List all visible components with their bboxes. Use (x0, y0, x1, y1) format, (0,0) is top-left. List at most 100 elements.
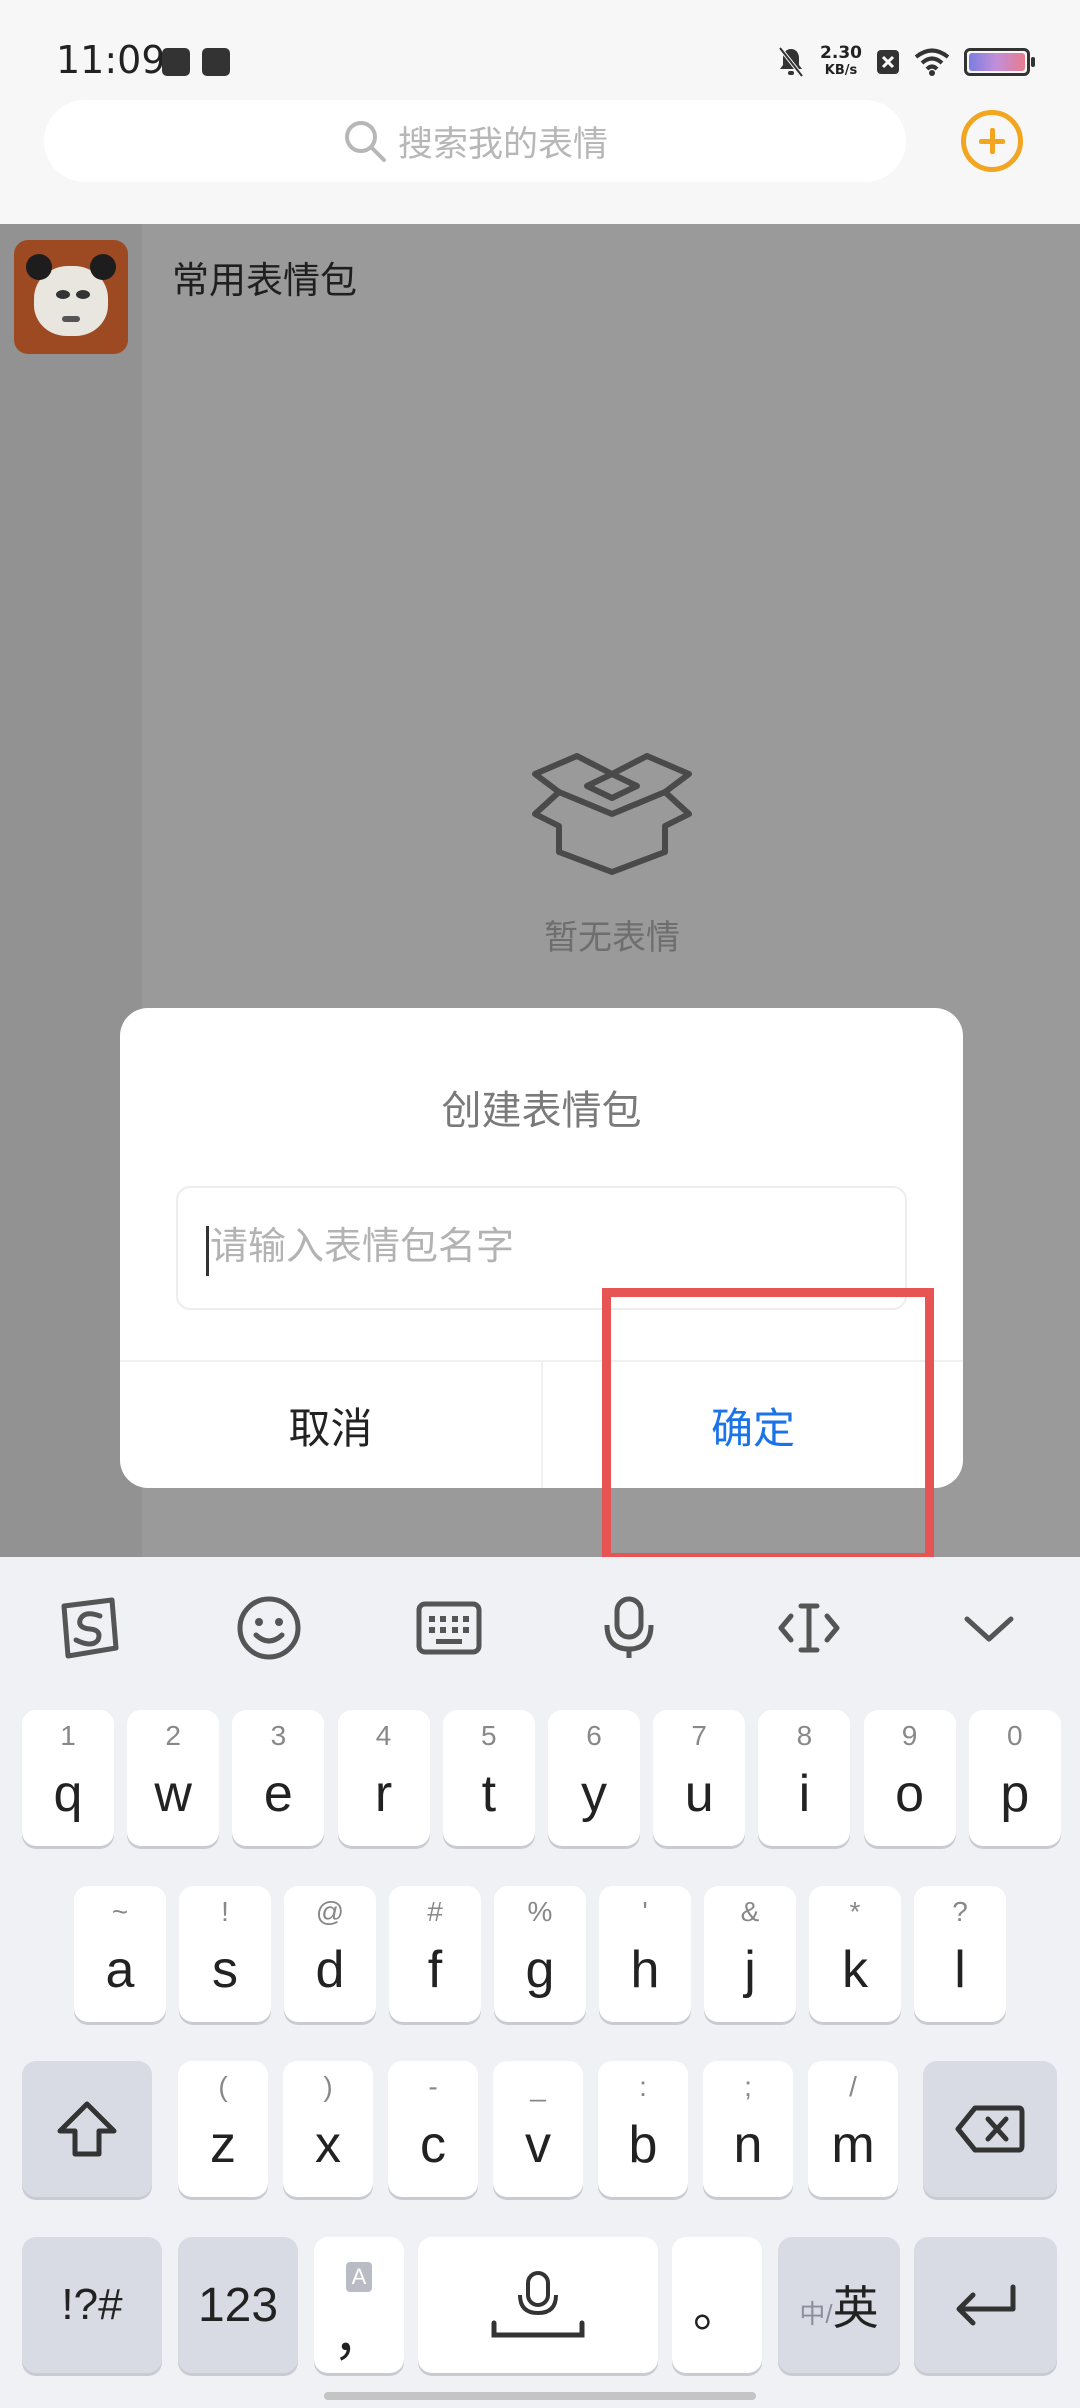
key-a[interactable]: ~ a (74, 1886, 166, 2022)
home-indicator[interactable] (324, 2392, 756, 2400)
key-label: x (315, 2116, 341, 2174)
key-label: r (374, 1765, 393, 1823)
empty-text: 暂无表情 (544, 919, 680, 957)
microphone-icon[interactable] (594, 1593, 664, 1663)
keyboard-toolbar (0, 1557, 1080, 1697)
period-label: 。 (692, 2284, 741, 2337)
wifi-icon (914, 48, 950, 76)
key-label: i (798, 1765, 811, 1823)
key-n[interactable]: ; n (703, 2061, 793, 2197)
key-label: f (427, 1941, 443, 1999)
key-label: q (53, 1765, 83, 1823)
enter-key[interactable] (914, 2237, 1057, 2373)
comma-key[interactable]: A ， (314, 2237, 404, 2373)
key-q[interactable]: 1q (22, 1710, 114, 1846)
key-h[interactable]: ' h (599, 1886, 691, 2022)
key-hint: _ (530, 2071, 546, 2102)
emoji-icon[interactable] (234, 1593, 304, 1663)
net-speed: 2.30 KB/s (820, 45, 862, 79)
key-hint: 1 (60, 1720, 76, 1751)
key-label: p (1000, 1765, 1030, 1823)
key-label: z (210, 2116, 236, 2174)
cancel-button[interactable]: 取消 (120, 1362, 541, 1488)
key-hint: * (849, 1896, 861, 1927)
key-z[interactable]: (z (178, 2061, 268, 2197)
key-y[interactable]: 6y (548, 1710, 640, 1846)
key-hint: ; (744, 2071, 752, 2102)
key-r[interactable]: 4r (337, 1710, 430, 1846)
key-hint: 6 (586, 1720, 602, 1751)
chevron-down-icon[interactable] (954, 1593, 1024, 1663)
status-bar: 11:09 2.30 KB/s (0, 0, 1080, 90)
key-hint: ) (323, 2071, 333, 2102)
key-label: d (315, 1941, 345, 1999)
key-s[interactable]: ! s (179, 1886, 271, 2022)
text-caret (206, 1226, 209, 1276)
key-x[interactable]: ) x (283, 2061, 373, 2197)
key-label: j (744, 1941, 756, 1999)
add-pack-button[interactable] (961, 110, 1023, 172)
key-label: e (263, 1765, 293, 1823)
pack-name-placeholder: 请输入表情包名字 (210, 1226, 515, 1268)
numbers-key[interactable]: 123 (178, 2237, 298, 2373)
sogou-logo-icon[interactable] (54, 1593, 124, 1663)
key-label: v (525, 2116, 551, 2174)
empty-state: 暂无表情 (520, 752, 704, 959)
text-cursor-icon[interactable] (774, 1593, 844, 1663)
key-k[interactable]: * k (809, 1886, 901, 2022)
key-hint: & (740, 1896, 760, 1927)
key-hint: ' (642, 1896, 648, 1927)
key-hint: 5 (481, 1720, 497, 1751)
open-box-icon (532, 753, 692, 875)
key-f[interactable]: # f (389, 1886, 481, 2022)
key-hint: % (527, 1896, 553, 1927)
key-w[interactable]: 2w (127, 1710, 220, 1846)
key-label: y (581, 1765, 607, 1823)
key-i[interactable]: 8i (758, 1710, 851, 1846)
key-e[interactable]: 3e (232, 1710, 325, 1846)
key-label: c (420, 2116, 446, 2174)
key-hint: ( (218, 2071, 228, 2102)
key-hint: 3 (270, 1720, 287, 1751)
key-p[interactable]: 0p (968, 1710, 1061, 1846)
space-key[interactable] (418, 2237, 658, 2373)
key-b[interactable]: :b (598, 2061, 688, 2197)
status-time: 11:09 (56, 38, 166, 82)
key-label: m (831, 2116, 875, 2174)
key-d[interactable]: @ d (284, 1886, 376, 2022)
panda-meme-icon[interactable] (14, 240, 128, 354)
keyboard-icon[interactable] (414, 1593, 484, 1663)
key-label: l (954, 1941, 966, 1999)
key-j[interactable]: & j (704, 1886, 796, 2022)
key-label: s (212, 1941, 238, 1999)
numbers-label: 123 (197, 2278, 279, 2332)
key-hint: 9 (901, 1720, 918, 1751)
lang-small-label: 中/ (799, 2298, 833, 2329)
pack-name[interactable]: 常用表情包 (172, 250, 357, 304)
mute-bell-icon (778, 46, 804, 78)
key-hint: 0 (1007, 1720, 1023, 1751)
soft-keyboard: 1 q 2 w 3 e 4 r 5 t 6 y 7 u 8 i 9 o 0 p ~ a! s @ d # f% g ' h & j * k? l(z… (0, 1557, 1080, 2408)
key-g[interactable]: % g (494, 1886, 586, 2022)
period-key[interactable]: 。 (672, 2237, 762, 2373)
space-mic-icon (491, 2271, 585, 2338)
language-switch-key[interactable]: 中/ 英 (778, 2237, 900, 2373)
comma-label: ， (332, 2309, 385, 2367)
key-o[interactable]: 9o (863, 1710, 956, 1846)
key-m[interactable]: / m (808, 2061, 898, 2197)
key-v[interactable]: _ v (493, 2061, 583, 2197)
search-input[interactable]: 搜索我的表情 (44, 100, 906, 182)
symbols-key[interactable]: !?# (22, 2237, 162, 2373)
backspace-key[interactable] (923, 2061, 1057, 2197)
shift-key[interactable] (22, 2061, 152, 2197)
sim-x-icon (877, 50, 899, 74)
key-label: o (895, 1765, 925, 1823)
key-hint: ~ (111, 1896, 129, 1927)
key-label: k (842, 1941, 868, 1999)
key-hint: ? (952, 1896, 968, 1927)
key-l[interactable]: ? l (914, 1886, 1006, 2022)
key-u[interactable]: 7u (653, 1710, 746, 1846)
key-c[interactable]: -c (388, 2061, 478, 2197)
key-label: u (684, 1765, 714, 1823)
key-t[interactable]: 5t (442, 1710, 535, 1846)
